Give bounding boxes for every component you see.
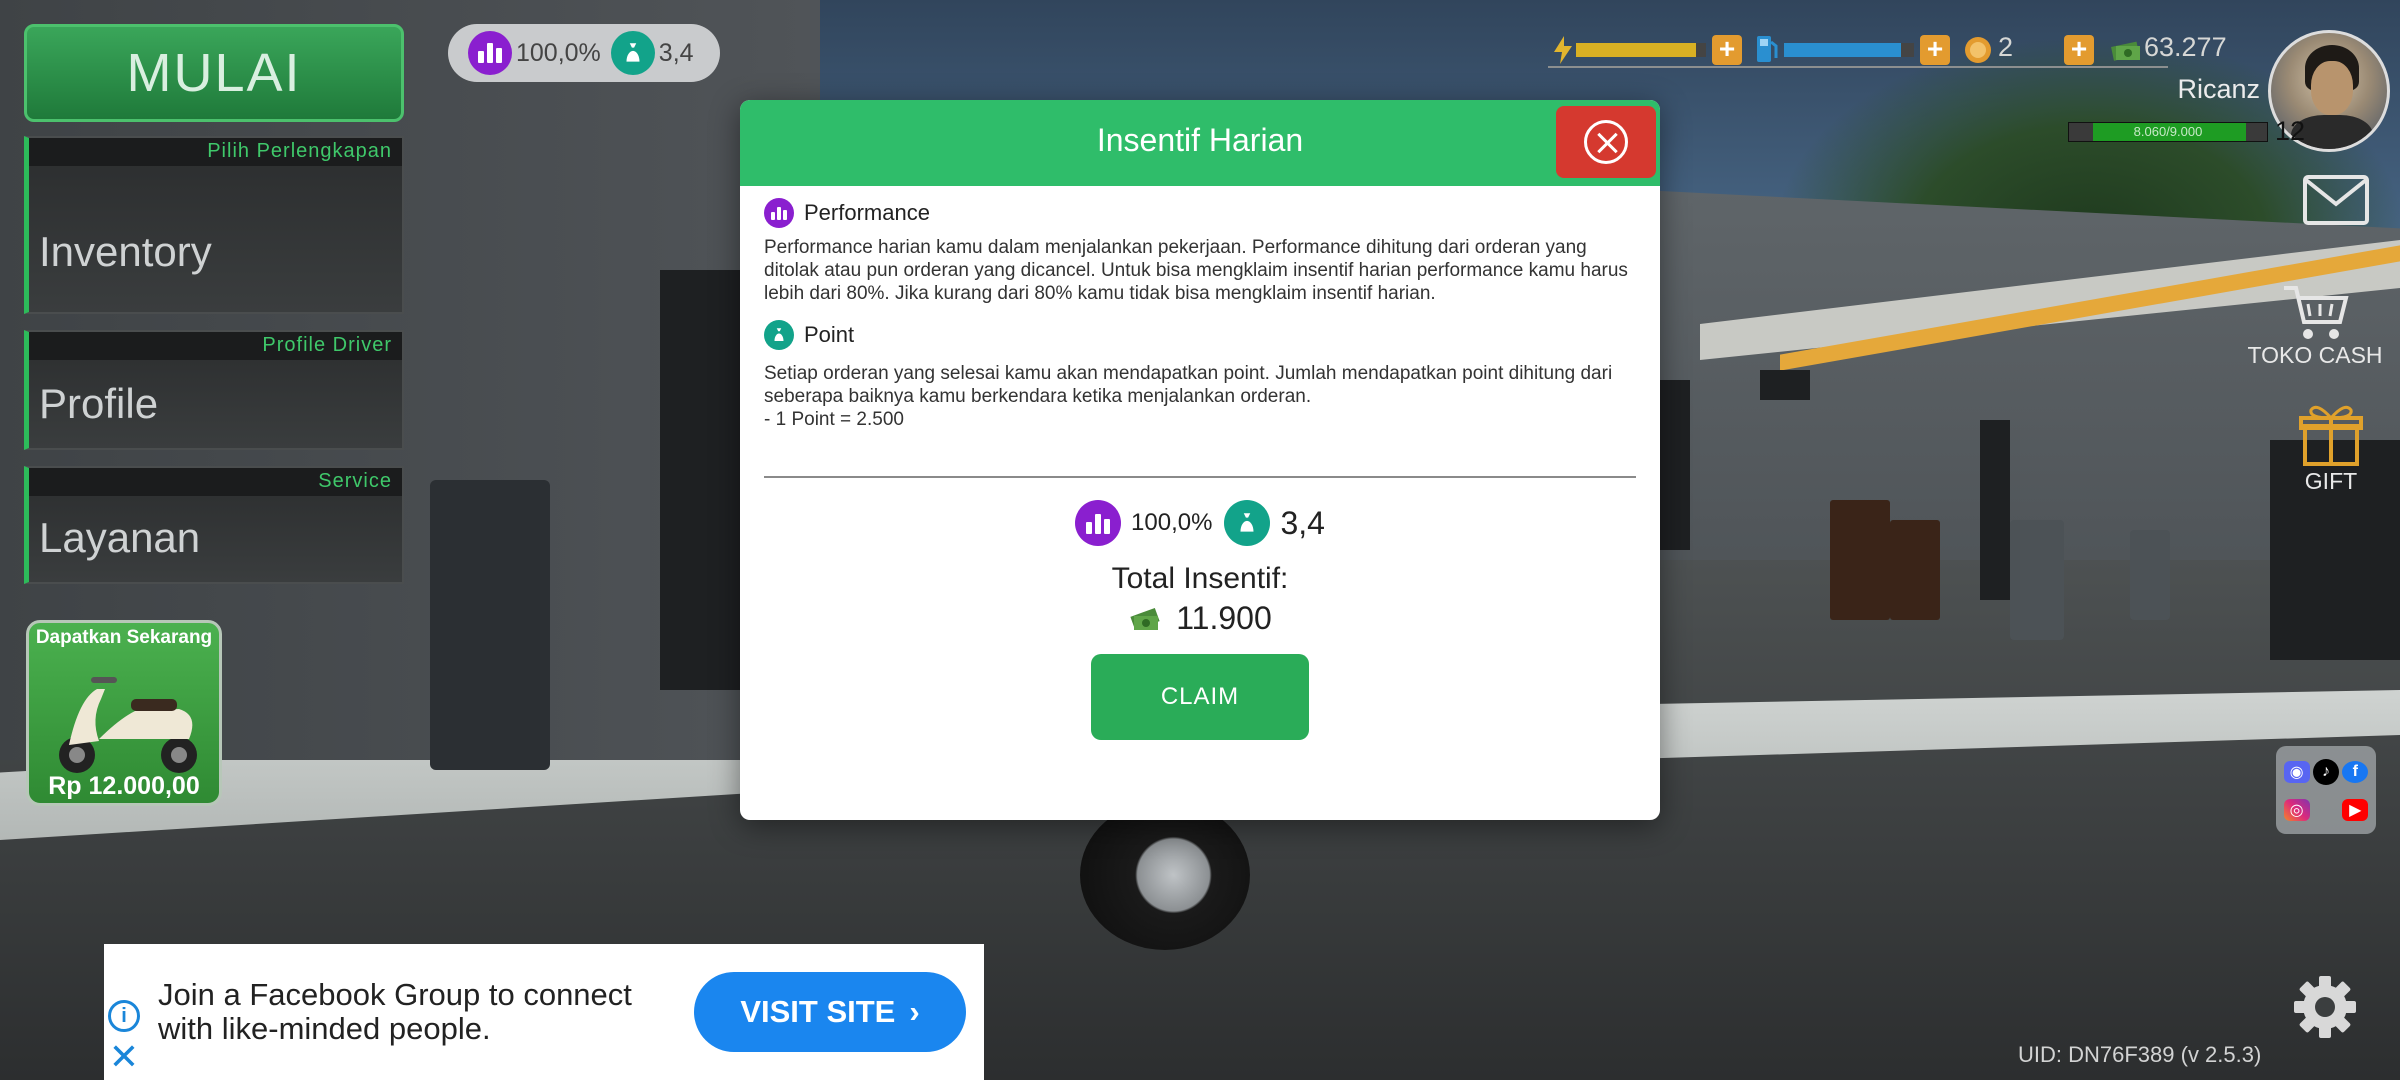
ad-close-icon[interactable]: ✕ [108, 1039, 140, 1075]
modal-header: Insentif Harian [740, 100, 1660, 186]
coin-icon [1965, 37, 1991, 63]
profile-label: Profile [39, 380, 159, 427]
close-icon [1584, 120, 1628, 164]
start-button[interactable]: MULAI [24, 24, 404, 122]
point-rate: - 1 Point = 2.500 [764, 409, 904, 430]
point-bag-icon [610, 31, 655, 75]
scooter-icon [59, 677, 197, 773]
cash-icon [1130, 607, 1160, 630]
point-value: 3,4 [658, 38, 694, 67]
performance-icon [468, 31, 512, 75]
ad-visit-button[interactable]: VISIT SITE › [694, 972, 966, 1052]
cash-amount: 63.277 [2144, 32, 2227, 62]
stats-pill[interactable]: 100,0% 3,4 [448, 24, 720, 82]
point-section-header: Point [764, 320, 854, 350]
profile-hint: Profile Driver [29, 332, 402, 360]
service-hint: Service [29, 468, 402, 496]
inventory-label: Inventory [39, 228, 212, 275]
youtube-icon[interactable]: ▶ [2342, 799, 2369, 821]
scooter-promo[interactable]: Dapatkan Sekarang Rp 12.000,00 [26, 620, 222, 806]
point-description: Setiap orderan yang selesai kamu akan me… [764, 362, 1636, 431]
pillar [2130, 530, 2170, 620]
summary-point-value: 3,4 [1280, 504, 1325, 541]
incentive-summary: 100,0% 3,4 [740, 500, 1660, 546]
energy-fill [1576, 43, 1696, 57]
ad-visit-label: VISIT SITE [740, 994, 896, 1029]
xp-bar: 8.060/9.000 [2068, 122, 2268, 142]
shop-button[interactable]: TOKO CASH [2246, 282, 2384, 369]
ad-banner[interactable]: i ✕ Join a Facebook Group to connect wit… [104, 944, 984, 1080]
promo-title: Dapatkan Sekarang [35, 627, 213, 648]
discord-icon[interactable]: ◉ [2283, 761, 2310, 783]
close-button[interactable] [1556, 106, 1656, 178]
tiktok-icon[interactable]: ♪ [2312, 759, 2339, 785]
avatar-face [2311, 61, 2353, 115]
summary-performance-value: 100,0% [1131, 509, 1213, 536]
fuel-add-button[interactable]: + [1920, 35, 1950, 65]
point-text: Setiap orderan yang selesai kamu akan me… [764, 363, 1613, 407]
chair [1830, 500, 1890, 620]
user-id: UID: DN76F389 (v 2.5.3) [2018, 1042, 2262, 1067]
performance-description: Performance harian kamu dalam menjalanka… [764, 237, 1628, 304]
performance-icon [764, 198, 794, 228]
divider [764, 476, 1636, 478]
doorway [660, 270, 750, 690]
coin-add-button[interactable]: + [2064, 35, 2094, 65]
modal-title: Insentif Harian [1096, 122, 1304, 158]
daily-incentive-modal: Insentif Harian Performance Performance … [740, 100, 1660, 820]
xp-text: 8.060/9.000 [2133, 124, 2203, 139]
energy-add-button[interactable]: + [1712, 35, 1742, 65]
chevron-right-icon: › [909, 994, 920, 1029]
social-links: ◉ ♪ f ◎ ▶ [2276, 746, 2376, 834]
point-section-title: Point [804, 322, 855, 347]
hud-divider [1548, 66, 2168, 68]
player-name: Ricanz [2177, 74, 2260, 104]
energy-bolt-icon [1554, 36, 1572, 64]
window [1660, 380, 1690, 550]
facebook-icon[interactable]: f [2342, 761, 2369, 783]
fuel-fill [1784, 43, 1901, 57]
service-card[interactable]: Service Layanan [24, 466, 404, 584]
performance-section-header: Performance [764, 198, 930, 228]
gift-button[interactable]: GIFT [2296, 402, 2366, 495]
point-bag-icon [1224, 500, 1271, 546]
gift-label: GIFT [2304, 468, 2358, 494]
performance-value: 100,0% [516, 38, 601, 67]
settings-gear-icon[interactable] [2292, 974, 2358, 1040]
ad-text: Join a Facebook Group to connect with li… [158, 977, 632, 1046]
coin-count: 2 [1998, 32, 2014, 62]
claim-button[interactable]: CLAIM [1091, 654, 1309, 740]
motorbike-tire [1080, 800, 1250, 950]
instagram-icon[interactable]: ◎ [2283, 799, 2310, 821]
window [1980, 420, 2010, 600]
total-incentive: 11.900 [740, 600, 1660, 637]
energy-bar [1576, 43, 1706, 57]
cash-icon [2111, 41, 2140, 61]
gift-icon [2299, 405, 2363, 466]
point-bag-icon [764, 320, 794, 350]
shop-label: TOKO CASH [2247, 342, 2383, 368]
mail-button[interactable] [2302, 174, 2370, 226]
inventory-hint: Pilih Perlengkapan [29, 138, 402, 166]
performance-section-title: Performance [804, 200, 930, 225]
promo-price: Rp 12.000,00 [48, 772, 200, 800]
envelope-icon [2303, 175, 2369, 225]
pillar [2010, 520, 2064, 640]
player-level: 12 [2274, 116, 2306, 146]
trash-bin [430, 480, 550, 770]
performance-icon [1075, 500, 1122, 546]
profile-card[interactable]: Profile Driver Profile [24, 330, 404, 450]
ad-info-icon[interactable]: i [108, 1000, 140, 1032]
chair [1890, 520, 1940, 620]
total-incentive-value: 11.900 [1176, 600, 1272, 636]
total-incentive-label: Total Insentif: [1111, 562, 1289, 595]
window [1760, 370, 1810, 400]
inventory-card[interactable]: Pilih Perlengkapan Inventory [24, 136, 404, 314]
fuel-bar [1784, 43, 1914, 57]
service-label: Layanan [39, 514, 201, 561]
fuel-pump-icon [1757, 36, 1778, 62]
cart-icon [2284, 286, 2349, 339]
